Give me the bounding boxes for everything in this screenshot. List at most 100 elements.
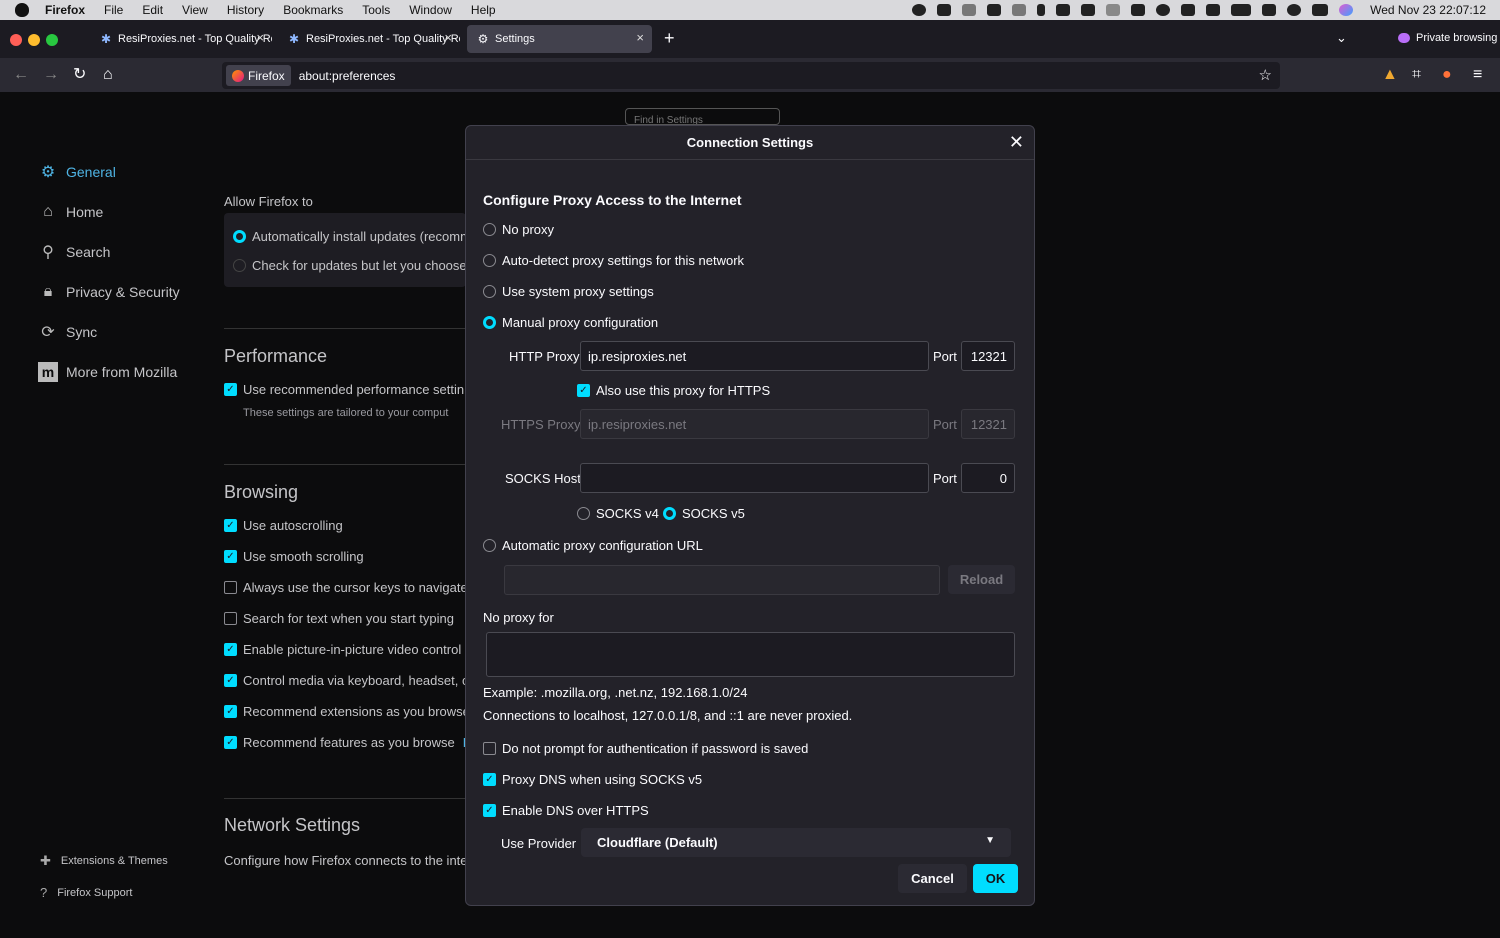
tab-resiproxies-2[interactable]: ✱ ResiProxies.net - Top Quality Re × xyxy=(278,25,460,53)
wifi-icon[interactable] xyxy=(1262,4,1277,16)
menu-window[interactable]: Window xyxy=(409,3,452,17)
back-arrow-icon[interactable]: ← xyxy=(13,66,29,84)
menu-app-firefox[interactable]: Firefox xyxy=(45,3,85,17)
sidebar-item-home[interactable]: ⌂ Home xyxy=(38,202,103,222)
list-all-tabs-icon[interactable]: ⌄ xyxy=(1336,30,1347,46)
home-icon[interactable]: ⌂ xyxy=(103,66,113,84)
radio[interactable] xyxy=(233,259,246,272)
window-close-button[interactable] xyxy=(10,34,22,46)
radio[interactable] xyxy=(577,507,590,520)
update-auto-option[interactable]: Automatically install updates (recomm xyxy=(233,229,471,244)
perf-recommended-checkbox[interactable]: ✓ Use recommended performance settin xyxy=(224,382,464,397)
socks-host-input[interactable] xyxy=(580,463,929,493)
identity-box[interactable]: Firefox xyxy=(226,65,291,86)
browsing-option[interactable]: ✓ Recommend features as you browse L xyxy=(224,735,470,750)
browsing-option[interactable]: ✓ Enable picture-in-picture video contro… xyxy=(224,642,461,657)
sidebar-item-sync[interactable]: ⟳ Sync xyxy=(38,322,97,342)
battery-icon[interactable] xyxy=(1231,4,1252,16)
checkbox[interactable] xyxy=(224,612,237,625)
checkbox-checked[interactable]: ✓ xyxy=(224,705,237,718)
checkbox-checked[interactable]: ✓ xyxy=(224,383,237,396)
http-port-input[interactable]: 12321 xyxy=(961,341,1015,371)
proxy-dns-checkbox[interactable]: ✓ Proxy DNS when using SOCKS v5 xyxy=(483,772,702,787)
checkbox[interactable] xyxy=(483,742,496,755)
url-text[interactable]: about:preferences xyxy=(299,69,396,83)
bluetooth-icon[interactable] xyxy=(1037,4,1046,16)
siri-icon[interactable] xyxy=(1339,4,1354,16)
window-zoom-button[interactable] xyxy=(46,34,58,46)
menu-help[interactable]: Help xyxy=(471,3,496,17)
update-check-option[interactable]: Check for updates but let you choose xyxy=(233,258,467,273)
play-icon[interactable] xyxy=(1156,4,1171,16)
radio[interactable] xyxy=(483,254,496,267)
manual-proxy-option[interactable]: Manual proxy configuration xyxy=(483,315,658,330)
close-icon[interactable]: × xyxy=(256,30,264,45)
socks-v5-option[interactable]: SOCKS v5 xyxy=(663,506,745,521)
radio[interactable] xyxy=(483,539,496,552)
cloud-icon[interactable] xyxy=(1106,4,1121,16)
sidebar-firefox-support[interactable]: ? Firefox Support xyxy=(40,885,132,900)
browsing-option[interactable]: Search for text when you start typing xyxy=(224,611,454,626)
menu-bookmarks[interactable]: Bookmarks xyxy=(283,3,343,17)
browsing-option[interactable]: ✓ Use smooth scrolling xyxy=(224,549,364,564)
provider-select[interactable]: Cloudflare (Default) ▼ xyxy=(581,828,1011,857)
checkbox-checked[interactable]: ✓ xyxy=(483,804,496,817)
checkbox-checked[interactable]: ✓ xyxy=(224,643,237,656)
no-prompt-auth-checkbox[interactable]: Do not prompt for authentication if pass… xyxy=(483,741,808,756)
check-icon[interactable] xyxy=(1131,4,1146,16)
apple-icon[interactable] xyxy=(15,3,29,17)
shield-icon[interactable] xyxy=(962,4,977,16)
browsing-option[interactable]: ✓ Control media via keyboard, headset, c xyxy=(224,673,468,688)
browsing-option[interactable]: ✓ Use autoscrolling xyxy=(224,518,343,533)
sidebar-item-search[interactable]: ⚲ Search xyxy=(38,242,110,262)
radio-selected[interactable] xyxy=(233,230,246,243)
system-proxy-option[interactable]: Use system proxy settings xyxy=(483,284,654,299)
layers-icon[interactable] xyxy=(987,4,1002,16)
menu-tools[interactable]: Tools xyxy=(362,3,390,17)
menu-view[interactable]: View xyxy=(182,3,208,17)
url-bar[interactable]: Firefox about:preferences ☆ xyxy=(222,62,1280,89)
music-icon[interactable] xyxy=(1081,4,1096,16)
auto-proxy-url-option[interactable]: Automatic proxy configuration URL xyxy=(483,538,703,553)
sidebar-item-more-from-mozilla[interactable]: m More from Mozilla xyxy=(38,362,177,382)
hamburger-menu-icon[interactable]: ≡ xyxy=(1473,66,1482,84)
checkbox-checked[interactable]: ✓ xyxy=(224,674,237,687)
bookmark-star-icon[interactable]: ☆ xyxy=(1259,66,1272,84)
new-tab-button[interactable]: + xyxy=(664,28,675,49)
reload-icon[interactable]: ↻ xyxy=(73,66,86,84)
cancel-button[interactable]: Cancel xyxy=(898,864,967,893)
sidebar-item-privacy[interactable]: 🔒︎ Privacy & Security xyxy=(38,282,180,302)
clock[interactable]: Wed Nov 23 22:07:12 xyxy=(1370,3,1486,17)
socks-v4-option[interactable]: SOCKS v4 xyxy=(577,506,659,521)
tab-resiproxies-1[interactable]: ✱ ResiProxies.net - Top Quality Re × xyxy=(90,25,272,53)
sidebar-extensions-themes[interactable]: ✚ Extensions & Themes xyxy=(40,853,168,869)
checkbox-checked[interactable]: ✓ xyxy=(224,519,237,532)
checkbox-checked[interactable]: ✓ xyxy=(577,384,590,397)
volume-icon[interactable] xyxy=(1206,4,1221,16)
checkbox[interactable] xyxy=(224,581,237,594)
http-proxy-input[interactable]: ip.resiproxies.net xyxy=(580,341,929,371)
find-in-settings-input[interactable]: Find in Settings xyxy=(625,108,780,125)
menu-file[interactable]: File xyxy=(104,3,123,17)
tab-settings[interactable]: ⚙ Settings × xyxy=(467,25,652,53)
menu-edit[interactable]: Edit xyxy=(142,3,163,17)
spotlight-search-icon[interactable] xyxy=(1287,4,1302,16)
checkbox-checked[interactable]: ✓ xyxy=(224,736,237,749)
keyboard-a-icon[interactable] xyxy=(1181,4,1196,16)
no-proxy-option[interactable]: No proxy xyxy=(483,222,554,237)
sidebar-item-general[interactable]: ⚙ General xyxy=(38,162,116,182)
ok-button[interactable]: OK xyxy=(973,864,1018,893)
radio-selected[interactable] xyxy=(483,316,496,329)
screens-icon[interactable] xyxy=(937,4,952,16)
menu-history[interactable]: History xyxy=(227,3,264,17)
no-proxy-for-textarea[interactable] xyxy=(486,632,1015,677)
close-icon[interactable]: ✕ xyxy=(1009,132,1024,153)
radio-selected[interactable] xyxy=(663,507,676,520)
window-minimize-button[interactable] xyxy=(28,34,40,46)
browsing-option[interactable]: Always use the cursor keys to navigate xyxy=(224,580,468,595)
forward-arrow-icon[interactable]: → xyxy=(43,66,59,84)
also-use-https-checkbox[interactable]: ✓ Also use this proxy for HTTPS xyxy=(577,383,770,398)
browsing-option[interactable]: ✓ Recommend extensions as you browse xyxy=(224,704,470,719)
close-icon[interactable]: × xyxy=(636,30,644,45)
firefox-account-icon[interactable]: ● xyxy=(1442,66,1452,84)
